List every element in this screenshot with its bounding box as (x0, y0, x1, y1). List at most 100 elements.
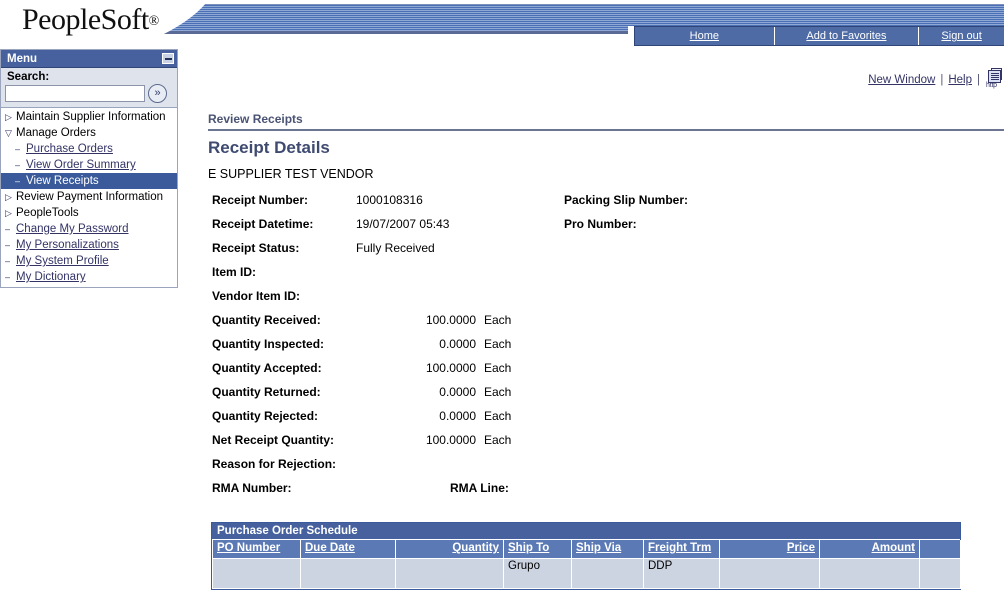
column-header-freight-trm[interactable]: Freight Trm (643, 540, 720, 559)
expand-arrow-icon: ▷ (5, 208, 12, 218)
sidebar-item-manage-orders[interactable]: ▽ Manage Orders (1, 125, 177, 141)
column-header-link[interactable]: Amount (872, 542, 915, 554)
menu-item-list: ▷ Maintain Supplier Information ▽ Manage… (1, 107, 177, 287)
sidebar-item-my-dictionary[interactable]: – My Dictionary (1, 269, 177, 285)
vendor-item-id-label: Vendor Item ID: (212, 289, 301, 303)
sidebar-item-purchase-orders[interactable]: – Purchase Orders (1, 141, 177, 157)
menu-collapse-button[interactable] (162, 53, 174, 64)
vendor-name: E SUPPLIER TEST VENDOR (208, 167, 374, 181)
table-header-row: PO Number Due Date Quantity Ship To Ship… (212, 540, 961, 559)
help-link[interactable]: Help (948, 74, 972, 86)
cell-due-date (300, 557, 396, 589)
quantity-received-label: Quantity Received: (212, 313, 321, 327)
dash-icon: – (5, 240, 11, 250)
sidebar-item-my-personalizations[interactable]: – My Personalizations (1, 237, 177, 253)
dash-icon: – (15, 144, 21, 154)
sidebar-item-label: Maintain Supplier Information (16, 111, 166, 123)
quantity-accepted-uom: Each (484, 361, 512, 375)
column-header-amount[interactable]: Amount (819, 540, 920, 559)
dash-icon: – (5, 224, 11, 234)
nav-add-to-favorites-link[interactable]: Add to Favorites (806, 30, 886, 42)
menu-header: Menu (1, 50, 177, 68)
field-row-receipt-status: Receipt Status: Fully Received (208, 241, 1004, 265)
logo-registered-mark: ® (148, 14, 160, 29)
column-header-link[interactable]: Freight Trm (648, 542, 711, 554)
sidebar-item-review-payment-information[interactable]: ▷ Review Payment Information (1, 189, 177, 205)
quantity-inspected-uom: Each (484, 337, 512, 351)
field-row-quantity-accepted: Quantity Accepted: 100.0000 Each (208, 361, 1004, 385)
sidebar-item-maintain-supplier-information[interactable]: ▷ Maintain Supplier Information (1, 109, 177, 125)
nav-sign-out-link[interactable]: Sign out (941, 30, 981, 42)
cell-ship-to: Grupo (503, 557, 572, 589)
sidebar-item-label: Review Payment Information (16, 191, 164, 203)
column-header-ship-to[interactable]: Ship To (503, 540, 572, 559)
nav-item-add-to-favorites[interactable]: Add to Favorites (775, 27, 920, 45)
quantity-returned-value: 0.0000 (439, 385, 476, 399)
field-row-rma-number: RMA Number: RMA Line: (208, 481, 1004, 505)
http-icon-label: http (986, 82, 997, 89)
nav-home-link[interactable]: Home (690, 30, 719, 42)
field-row-receipt-number: Receipt Number: 1000108316 Packing Slip … (208, 193, 1004, 217)
sidebar-item-view-order-summary[interactable]: – View Order Summary (1, 157, 177, 173)
column-header-due-date[interactable]: Due Date (300, 540, 396, 559)
utility-links: New Window | Help | http (868, 68, 1004, 90)
quantity-inspected-value: 0.0000 (439, 337, 476, 351)
grid-title: Purchase Order Schedule (212, 523, 960, 540)
receipt-status-label: Receipt Status: (212, 241, 300, 255)
column-header-link[interactable]: Quantity (452, 542, 499, 554)
sidebar-item-label: My System Profile (16, 255, 109, 267)
column-header-quantity[interactable]: Quantity (395, 540, 504, 559)
sidebar-item-change-my-password[interactable]: – Change My Password (1, 221, 177, 237)
http-page-icon[interactable]: http (986, 68, 1004, 90)
reason-for-rejection-label: Reason for Rejection: (212, 457, 337, 471)
column-header-link[interactable]: Due Date (305, 542, 355, 554)
column-header-price[interactable]: Price (719, 540, 820, 559)
quantity-accepted-value: 100.0000 (425, 361, 476, 375)
new-window-link[interactable]: New Window (868, 74, 935, 86)
field-row-receipt-datetime: Receipt Datetime: 19/07/2007 05:43 Pro N… (208, 217, 1004, 241)
column-header-link[interactable]: Price (787, 542, 815, 554)
cell-price (719, 557, 820, 589)
quantity-rejected-label: Quantity Rejected: (212, 409, 319, 423)
receipt-datetime-label: Receipt Datetime: (212, 217, 314, 231)
cell-amount (819, 557, 920, 589)
sidebar-item-view-receipts[interactable]: – View Receipts (1, 173, 177, 189)
field-row-reason-for-rejection: Reason for Rejection: (208, 457, 1004, 481)
column-header-po-number[interactable]: PO Number (212, 540, 301, 559)
utility-separator-2: | (977, 74, 980, 86)
minus-icon (164, 57, 172, 60)
field-row-quantity-received: Quantity Received: 100.0000 Each (208, 313, 1004, 337)
peoplesoft-logo: PeopleSoft® (22, 3, 159, 37)
sidebar-item-label: Manage Orders (16, 127, 96, 139)
field-row-quantity-rejected: Quantity Rejected: 0.0000 Each (208, 409, 1004, 433)
column-header-link[interactable]: PO Number (217, 542, 280, 554)
menu-search-input[interactable] (5, 85, 145, 102)
sidebar-item-my-system-profile[interactable]: – My System Profile (1, 253, 177, 269)
cell-freight-trm: DDP (643, 557, 720, 589)
menu-title: Menu (7, 52, 38, 65)
rma-number-label: RMA Number: (212, 481, 292, 495)
nav-item-home[interactable]: Home (635, 27, 775, 45)
column-header-link[interactable]: Ship Via (576, 542, 621, 554)
sidebar-item-peopletools[interactable]: ▷ PeopleTools (1, 205, 177, 221)
purchase-order-schedule-grid: Purchase Order Schedule PO Number Due Da… (211, 522, 961, 590)
column-header-ship-via[interactable]: Ship Via (571, 540, 644, 559)
column-header-link[interactable]: Ship To (508, 542, 549, 554)
expand-arrow-icon: ▷ (5, 192, 12, 202)
expand-arrow-icon: ▷ (5, 112, 12, 122)
main-content: Review Receipts Receipt Details E SUPPLI… (208, 112, 1004, 505)
quantity-rejected-value: 0.0000 (439, 409, 476, 423)
field-row-item-id: Item ID: (208, 265, 1004, 289)
cell-quantity (395, 557, 504, 589)
dash-icon: – (5, 272, 11, 282)
table-row[interactable]: Grupo DDP (212, 557, 961, 589)
nav-item-sign-out[interactable]: Sign out (919, 27, 1004, 45)
field-row-quantity-inspected: Quantity Inspected: 0.0000 Each (208, 337, 1004, 361)
breadcrumb: Review Receipts (208, 112, 1004, 131)
menu-search-go-button[interactable]: » (148, 84, 167, 103)
receipt-field-list: Receipt Number: 1000108316 Packing Slip … (208, 193, 1004, 505)
field-row-net-receipt-quantity: Net Receipt Quantity: 100.0000 Each (208, 433, 1004, 457)
menu-search-label: Search: (1, 68, 177, 84)
field-row-vendor-item-id: Vendor Item ID: (208, 289, 1004, 313)
sidebar-item-label: My Dictionary (16, 271, 86, 283)
